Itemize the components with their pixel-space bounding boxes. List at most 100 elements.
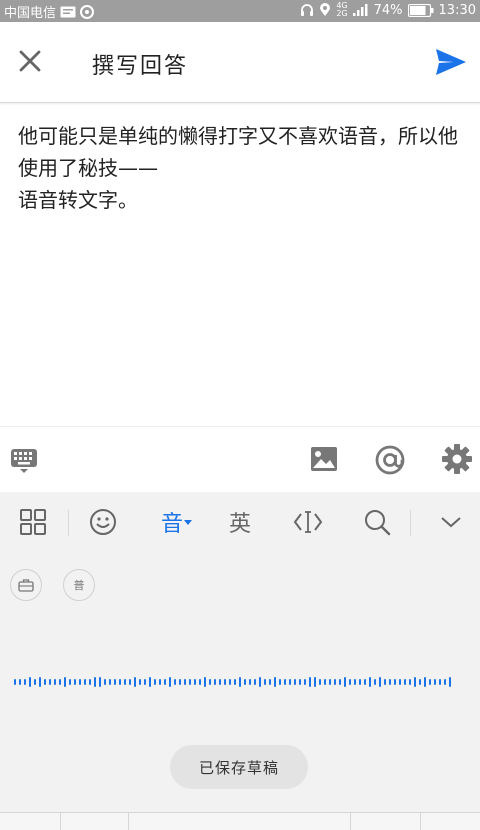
waveform-bar bbox=[134, 677, 136, 687]
keyboard-toggle-button[interactable] bbox=[10, 446, 38, 478]
waveform-bar bbox=[179, 679, 181, 685]
waveform-bar bbox=[164, 679, 166, 685]
waveform-bar bbox=[429, 679, 431, 685]
headset-icon bbox=[301, 4, 314, 16]
waveform-bar bbox=[99, 677, 101, 687]
waveform-bar bbox=[439, 679, 441, 685]
emoji-button[interactable] bbox=[88, 506, 118, 538]
key[interactable] bbox=[128, 813, 351, 830]
editor-paragraph: 他可能只是单纯的懒得打字又不喜欢语音，所以他使用了秘技—— bbox=[18, 124, 458, 180]
waveform-bar bbox=[119, 679, 121, 685]
waveform-bar bbox=[109, 679, 111, 685]
waveform-bar bbox=[399, 679, 401, 685]
answer-editor[interactable]: 他可能只是单纯的懒得打字又不喜欢语音，所以他使用了秘技—— 语音转文字。 bbox=[18, 120, 468, 216]
waveform-bar bbox=[444, 679, 446, 685]
insert-image-button[interactable] bbox=[310, 446, 338, 476]
waveform-bar bbox=[364, 679, 366, 685]
waveform-bar bbox=[434, 679, 436, 685]
waveform-bar bbox=[339, 679, 341, 685]
status-bar: 中国电信 4G 2G 74% 13:30 bbox=[0, 0, 480, 22]
voice-input-tab[interactable]: 音 bbox=[156, 506, 198, 538]
waveform-bar bbox=[374, 679, 376, 685]
waveform-bar bbox=[154, 679, 156, 685]
battery-percent: 74% bbox=[373, 2, 403, 18]
waveform-bar bbox=[14, 679, 16, 685]
waveform-bar bbox=[359, 679, 361, 685]
waveform-bar bbox=[329, 679, 331, 685]
waveform-bar bbox=[139, 679, 141, 685]
mandarin-chip-label: 普 bbox=[73, 579, 85, 592]
waveform-bar bbox=[74, 679, 76, 685]
key[interactable] bbox=[60, 813, 129, 830]
waveform-bar bbox=[404, 679, 406, 685]
waveform-bar bbox=[369, 677, 371, 687]
voice-tab-label: 音 bbox=[160, 512, 183, 537]
clock: 13:30 bbox=[438, 2, 476, 18]
waveform-bar bbox=[149, 677, 151, 687]
waveform-bar bbox=[289, 679, 291, 685]
waveform-bar bbox=[159, 679, 161, 685]
english-tab[interactable]: 英 bbox=[224, 506, 256, 538]
waveform-bar bbox=[64, 677, 66, 687]
waveform-bar bbox=[384, 679, 386, 685]
waveform-bar bbox=[379, 677, 381, 687]
close-button[interactable] bbox=[14, 45, 46, 77]
editor-toolbar bbox=[0, 426, 480, 493]
settings-button[interactable] bbox=[441, 443, 473, 479]
mandarin-chip[interactable]: 普 bbox=[63, 569, 95, 601]
waveform-bar bbox=[304, 679, 306, 685]
triangle-down-icon bbox=[184, 520, 192, 525]
waveform-bar bbox=[29, 677, 31, 687]
waveform-bar bbox=[204, 677, 206, 687]
waveform-bar bbox=[144, 679, 146, 685]
waveform-bar bbox=[69, 679, 71, 685]
waveform-bar bbox=[449, 677, 451, 687]
ime-toolbar: 音 英 bbox=[0, 492, 480, 554]
waveform-bar bbox=[349, 679, 351, 685]
waveform-bar bbox=[264, 679, 266, 685]
waveform-bar bbox=[334, 679, 336, 685]
draft-saved-toast: 已保存草稿 bbox=[170, 745, 308, 789]
send-icon bbox=[436, 49, 466, 75]
briefcase-icon bbox=[18, 579, 34, 592]
waveform-bar bbox=[419, 679, 421, 685]
waveform-bar bbox=[19, 679, 21, 685]
waveform-bar bbox=[84, 679, 86, 685]
signal-icon bbox=[352, 4, 368, 16]
waveform-bar bbox=[174, 679, 176, 685]
waveform-bar bbox=[189, 679, 191, 685]
mention-button[interactable] bbox=[374, 444, 406, 480]
waveform-bar bbox=[274, 677, 276, 687]
waveform-bar bbox=[79, 679, 81, 685]
waveform-bar bbox=[394, 679, 396, 685]
ime-menu-button[interactable] bbox=[18, 506, 48, 538]
image-icon bbox=[311, 447, 337, 471]
waveform-bar bbox=[424, 677, 426, 687]
waveform-bar bbox=[354, 679, 356, 685]
waveform-bar bbox=[199, 679, 201, 685]
waveform-bar bbox=[49, 679, 51, 685]
waveform-bar bbox=[169, 677, 171, 687]
waveform-bar bbox=[259, 677, 261, 687]
send-button[interactable] bbox=[434, 47, 468, 77]
toast-label: 已保存草稿 bbox=[198, 758, 279, 777]
waveform-bar bbox=[184, 679, 186, 685]
search-button[interactable] bbox=[362, 506, 392, 538]
collapse-keyboard-button[interactable] bbox=[438, 506, 464, 538]
waveform-bar bbox=[249, 679, 251, 685]
waveform-bar bbox=[114, 679, 116, 685]
waveform-bar bbox=[24, 679, 26, 685]
cursor-move-icon bbox=[293, 511, 323, 533]
network-secondary: 2G bbox=[336, 9, 348, 18]
cursor-control-button[interactable] bbox=[292, 506, 324, 538]
waveform-bar bbox=[244, 679, 246, 685]
toolbox-chip[interactable] bbox=[10, 569, 42, 601]
keyboard-icon bbox=[11, 449, 37, 473]
key[interactable] bbox=[0, 813, 61, 830]
waveform-bar bbox=[224, 679, 226, 685]
waveform-bar bbox=[414, 677, 416, 687]
grid-icon bbox=[20, 509, 46, 535]
waveform-bar bbox=[284, 679, 286, 685]
waveform-bar bbox=[129, 679, 131, 685]
key[interactable] bbox=[350, 813, 421, 830]
